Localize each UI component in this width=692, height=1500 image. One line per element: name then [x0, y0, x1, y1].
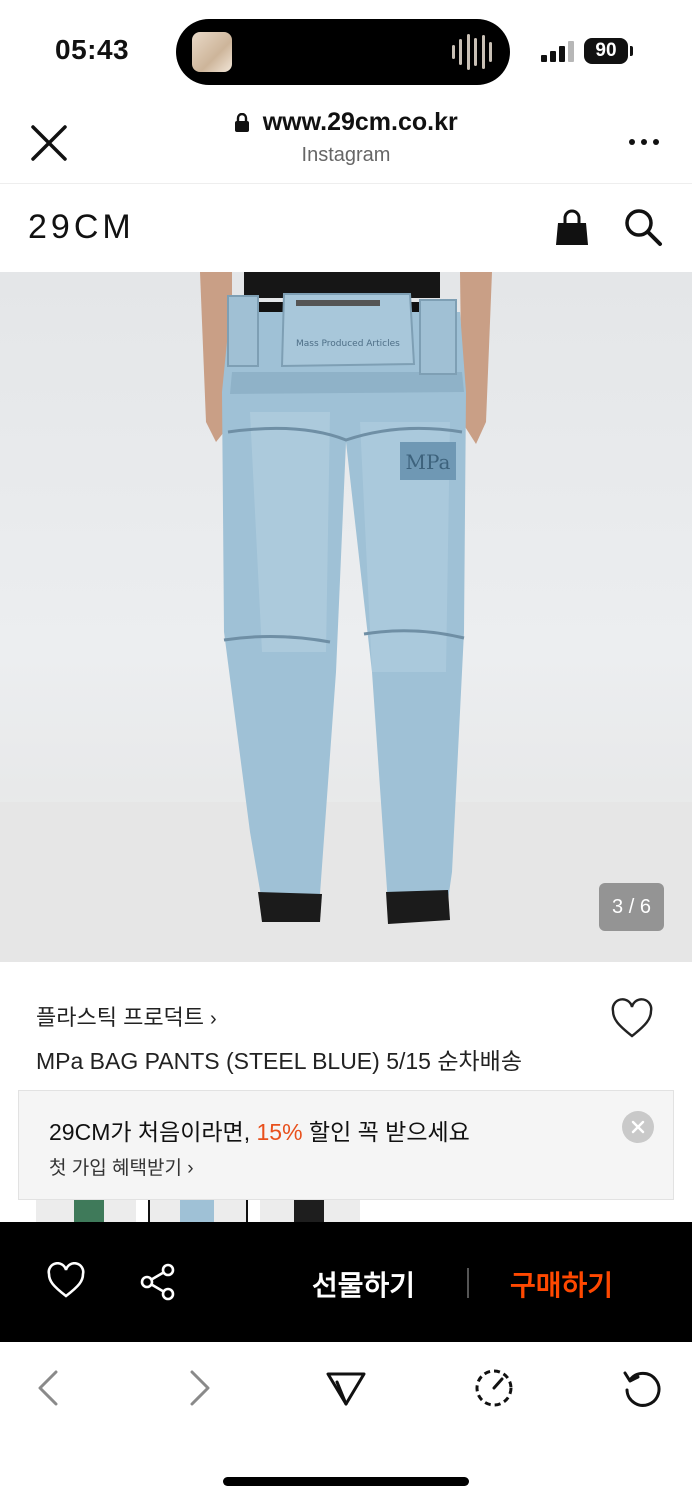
- search-icon: [625, 209, 662, 246]
- svg-text:MPa: MPa: [406, 450, 451, 474]
- shopping-bag-icon: [556, 209, 588, 245]
- send-icon: [326, 1372, 366, 1406]
- thumb-image: [74, 1200, 104, 1222]
- reload-icon: [623, 1371, 661, 1407]
- promo-discount: 15%: [256, 1119, 303, 1145]
- now-playing-artwork: [192, 32, 232, 72]
- promo-prefix: 29CM가 처음이라면,: [49, 1119, 257, 1145]
- brand-name: 플라스틱 프로덕트: [36, 1005, 205, 1030]
- close-icon: [631, 1120, 645, 1134]
- chevron-left-icon: [38, 1370, 58, 1406]
- lock-icon: [235, 112, 250, 132]
- more-button[interactable]: [626, 130, 662, 154]
- cart-button[interactable]: [552, 208, 592, 248]
- color-option-thumb[interactable]: [148, 1200, 248, 1222]
- product-photo: Mass Produced Articles MPa: [0, 272, 692, 962]
- status-time: 05:43: [55, 34, 130, 65]
- site-header: 29CM: [0, 184, 692, 272]
- more-icon: [629, 139, 659, 145]
- battery-tip: [630, 46, 633, 56]
- brand-link[interactable]: 플라스틱 프로덕트 ›: [36, 1000, 217, 1032]
- forward-button[interactable]: [176, 1366, 220, 1410]
- color-option-thumb[interactable]: [36, 1200, 136, 1222]
- url-text: www.29cm.co.kr: [262, 108, 458, 136]
- chevron-right-icon: ›: [210, 1008, 217, 1030]
- send-button[interactable]: [324, 1366, 368, 1410]
- gift-button[interactable]: 선물하기: [312, 1264, 415, 1304]
- in-app-browser-header: www.29cm.co.kr Instagram: [0, 100, 692, 184]
- thumb-image: [294, 1200, 324, 1222]
- svg-text:Mass Produced Articles: Mass Produced Articles: [296, 339, 400, 349]
- action-wishlist-button[interactable]: [46, 1261, 86, 1300]
- reload-button[interactable]: [620, 1366, 664, 1410]
- source-label: Instagram: [301, 144, 391, 166]
- search-button[interactable]: [622, 206, 664, 248]
- heart-icon: [47, 1261, 85, 1298]
- product-image-carousel[interactable]: Mass Produced Articles MPa: [0, 272, 692, 962]
- product-title: MPa BAG PANTS (STEEL BLUE) 5/15 순차배송: [36, 1048, 522, 1074]
- buy-button[interactable]: 구매하기: [510, 1264, 613, 1304]
- speed-button[interactable]: [472, 1366, 516, 1410]
- cellular-signal-icon: [541, 40, 575, 62]
- color-option-thumb[interactable]: [260, 1200, 360, 1222]
- audio-waveform-icon: [452, 33, 492, 71]
- back-button[interactable]: [28, 1366, 72, 1410]
- promo-suffix: 할인 꼭 받으세요: [302, 1119, 470, 1145]
- banner-close-button[interactable]: [622, 1111, 654, 1143]
- image-counter: 3 / 6: [599, 883, 664, 931]
- heart-icon: [611, 998, 653, 1038]
- thumb-image: [180, 1200, 214, 1222]
- status-bar: 05:43 90: [0, 0, 692, 100]
- speedometer-icon: [475, 1369, 513, 1407]
- wishlist-button[interactable]: [610, 998, 654, 1040]
- url-bar[interactable]: www.29cm.co.kr: [0, 108, 692, 137]
- promo-headline: 29CM가 처음이라면, 15% 할인 꼭 받으세요: [49, 1113, 470, 1147]
- signup-benefit-link[interactable]: 첫 가입 혜택받기 ›: [49, 1153, 194, 1180]
- dynamic-island[interactable]: [176, 19, 510, 85]
- site-logo[interactable]: 29CM: [28, 208, 135, 247]
- purchase-action-bar: 선물하기 구매하기: [0, 1222, 692, 1342]
- share-button[interactable]: [138, 1262, 178, 1302]
- chevron-right-icon: [190, 1370, 210, 1406]
- signup-promo-banner[interactable]: 29CM가 처음이라면, 15% 할인 꼭 받으세요 첫 가입 혜택받기 ›: [18, 1090, 674, 1200]
- battery-indicator: 90: [584, 38, 628, 64]
- action-divider: [467, 1268, 469, 1298]
- share-icon: [140, 1263, 175, 1301]
- home-indicator: [223, 1477, 469, 1486]
